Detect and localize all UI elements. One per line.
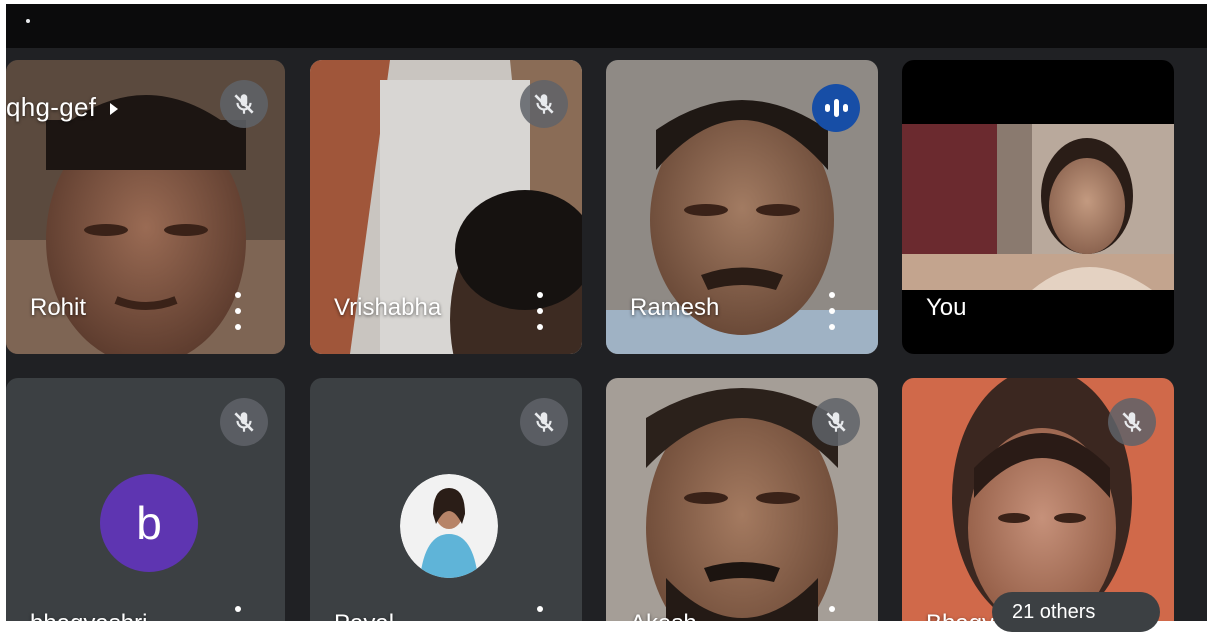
muted-icon <box>520 398 568 446</box>
participant-name: Akash <box>630 610 697 621</box>
more-options-icon[interactable] <box>234 606 242 621</box>
muted-icon <box>1108 398 1156 446</box>
participant-name: You <box>926 294 967 321</box>
participant-tile-vrishabha[interactable]: Vrishabha <box>310 60 582 354</box>
participant-tile-akash[interactable]: Akash <box>606 378 878 621</box>
muted-icon <box>812 398 860 446</box>
participant-name: Ramesh <box>630 294 720 321</box>
participant-name: Payal <box>334 610 394 621</box>
more-options-icon[interactable] <box>536 606 544 621</box>
more-options-icon[interactable] <box>828 292 836 330</box>
participant-name: Rohit <box>30 294 87 321</box>
participant-video-you <box>902 124 1174 290</box>
expand-arrow-icon <box>110 103 119 116</box>
participant-tile-bhagyashri[interactable]: b bhagyashri <box>6 378 285 621</box>
avatar <box>400 474 498 578</box>
participant-name: Bhagy <box>926 610 994 621</box>
status-bar <box>6 4 1207 48</box>
more-options-icon[interactable] <box>828 606 836 621</box>
participant-name: Vrishabha <box>334 294 442 321</box>
participant-tile-ramesh[interactable]: Ramesh <box>606 60 878 354</box>
more-options-icon[interactable] <box>536 292 544 330</box>
meeting-window: Rohit qhg-gef Vrishabha Ramesh You b <box>6 4 1207 621</box>
avatar: b <box>100 474 198 572</box>
participant-tile-bhagy[interactable]: Bhagy <box>902 378 1174 621</box>
status-indicator-icon <box>26 19 30 23</box>
muted-icon <box>520 80 568 128</box>
meeting-code-label[interactable]: qhg-gef <box>6 92 119 123</box>
muted-icon <box>220 80 268 128</box>
muted-icon <box>220 398 268 446</box>
more-options-icon[interactable] <box>234 292 242 330</box>
participant-tile-payal[interactable]: Payal <box>310 378 582 621</box>
speaking-indicator-icon <box>812 84 860 132</box>
participant-tile-you[interactable]: You <box>902 60 1174 354</box>
others-button[interactable]: 21 others <box>992 592 1160 632</box>
participant-name: bhagyashri <box>30 610 147 621</box>
